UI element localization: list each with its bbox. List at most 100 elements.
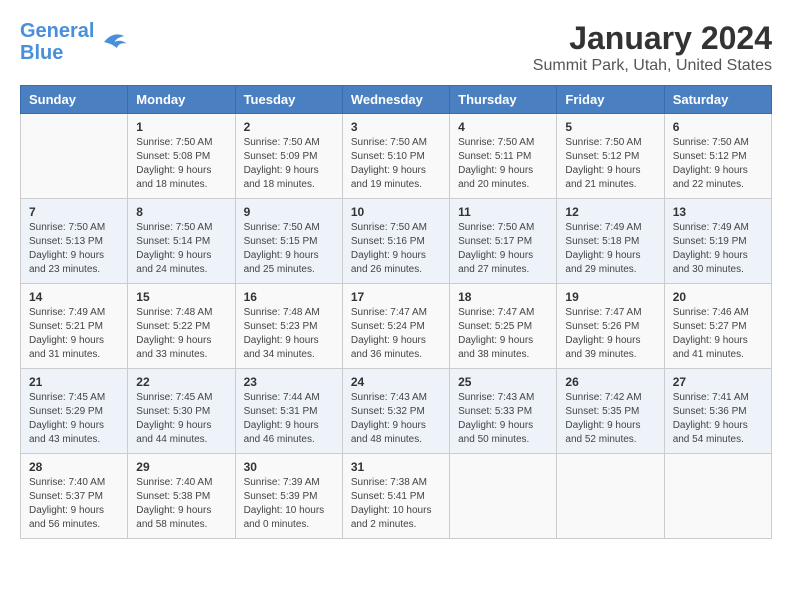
weekday-header-row: SundayMondayTuesdayWednesdayThursdayFrid… [21, 86, 772, 114]
cell-content: Sunrise: 7:48 AMSunset: 5:23 PMDaylight:… [244, 306, 334, 362]
calendar-cell: 31 Sunrise: 7:38 AMSunset: 5:41 PMDayligh… [342, 454, 449, 539]
day-number: 4 [458, 120, 548, 134]
weekday-header-tuesday: Tuesday [235, 86, 342, 114]
calendar-cell: 25Sunrise: 7:43 AMSunset: 5:33 PMDayligh… [450, 369, 557, 454]
cell-content: Sunrise: 7:43 AMSunset: 5:32 PMDaylight:… [351, 391, 441, 447]
cell-content: Sunrise: 7:50 AMSunset: 5:12 PMDaylight:… [673, 136, 763, 192]
cell-content: Sunrise: 7:50 AMSunset: 5:10 PMDaylight:… [351, 136, 441, 192]
calendar-week-row: 7 Sunrise: 7:50 AMSunset: 5:13 PMDaylight… [21, 199, 772, 284]
day-number: 31 [351, 460, 441, 474]
calendar-cell [450, 454, 557, 539]
cell-content: Sunrise: 7:50 AMSunset: 5:09 PMDaylight:… [244, 136, 334, 192]
weekday-header-monday: Monday [128, 86, 235, 114]
cell-content: Sunrise: 7:49 AMSunset: 5:21 PMDaylight:… [29, 306, 119, 362]
cell-content: Sunrise: 7:47 AMSunset: 5:25 PMDaylight:… [458, 306, 548, 362]
cell-content: Sunrise: 7:50 AMSunset: 5:13 PMDaylight:… [29, 221, 119, 277]
calendar-cell: 1Sunrise: 7:50 AMSunset: 5:08 PMDaylight… [128, 114, 235, 199]
cell-content: Sunrise: 7:50 AMSunset: 5:08 PMDaylight:… [136, 136, 226, 192]
calendar-week-row: 28 Sunrise: 7:40 AMSunset: 5:37 PMDayligh… [21, 454, 772, 539]
day-number: 8 [136, 205, 226, 219]
calendar-cell: 17Sunrise: 7:47 AMSunset: 5:24 PMDayligh… [342, 284, 449, 369]
calendar-cell: 5Sunrise: 7:50 AMSunset: 5:12 PMDaylight… [557, 114, 664, 199]
day-number: 12 [565, 205, 655, 219]
calendar-cell: 8 Sunrise: 7:50 AMSunset: 5:14 PMDaylight… [128, 199, 235, 284]
main-title: January 2024 [533, 20, 772, 57]
day-number: 22 [136, 375, 226, 389]
cell-content: Sunrise: 7:50 AMSunset: 5:15 PMDaylight:… [244, 221, 334, 277]
calendar-cell: 19Sunrise: 7:47 AMSunset: 5:26 PMDayligh… [557, 284, 664, 369]
day-number: 5 [565, 120, 655, 134]
day-number: 30 [244, 460, 334, 474]
day-number: 26 [565, 375, 655, 389]
calendar-cell: 27Sunrise: 7:41 AMSunset: 5:36 PMDayligh… [664, 369, 771, 454]
page-header: GeneralBlue January 2024 Summit Park, Ut… [20, 20, 772, 75]
day-number: 17 [351, 290, 441, 304]
day-number: 23 [244, 375, 334, 389]
calendar-cell: 2Sunrise: 7:50 AMSunset: 5:09 PMDaylight… [235, 114, 342, 199]
day-number: 27 [673, 375, 763, 389]
day-number: 24 [351, 375, 441, 389]
day-number: 25 [458, 375, 548, 389]
calendar-cell: 6 Sunrise: 7:50 AMSunset: 5:12 PMDaylight… [664, 114, 771, 199]
calendar-cell [21, 114, 128, 199]
calendar-cell: 15Sunrise: 7:48 AMSunset: 5:22 PMDayligh… [128, 284, 235, 369]
weekday-header-thursday: Thursday [450, 86, 557, 114]
cell-content: Sunrise: 7:49 AMSunset: 5:18 PMDaylight:… [565, 221, 655, 277]
day-number: 20 [673, 290, 763, 304]
cell-content: Sunrise: 7:42 AMSunset: 5:35 PMDaylight:… [565, 391, 655, 447]
cell-content: Sunrise: 7:39 AMSunset: 5:39 PMDaylight:… [244, 476, 334, 532]
calendar-header: SundayMondayTuesdayWednesdayThursdayFrid… [21, 86, 772, 114]
title-block: January 2024 Summit Park, Utah, United S… [533, 20, 772, 75]
day-number: 6 [673, 120, 763, 134]
day-number: 14 [29, 290, 119, 304]
cell-content: Sunrise: 7:48 AMSunset: 5:22 PMDaylight:… [136, 306, 226, 362]
calendar-cell: 20 Sunrise: 7:46 AMSunset: 5:27 PMDayligh… [664, 284, 771, 369]
calendar-table: SundayMondayTuesdayWednesdayThursdayFrid… [20, 85, 772, 539]
calendar-cell: 18 Sunrise: 7:47 AMSunset: 5:25 PMDayligh… [450, 284, 557, 369]
calendar-cell: 12 Sunrise: 7:49 AMSunset: 5:18 PMDayligh… [557, 199, 664, 284]
calendar-week-row: 1Sunrise: 7:50 AMSunset: 5:08 PMDaylight… [21, 114, 772, 199]
calendar-cell: 28 Sunrise: 7:40 AMSunset: 5:37 PMDayligh… [21, 454, 128, 539]
cell-content: Sunrise: 7:46 AMSunset: 5:27 PMDaylight:… [673, 306, 763, 362]
cell-content: Sunrise: 7:50 AMSunset: 5:17 PMDaylight:… [458, 221, 548, 277]
calendar-week-row: 21Sunrise: 7:45 AMSunset: 5:29 PMDayligh… [21, 369, 772, 454]
calendar-cell [664, 454, 771, 539]
calendar-cell: 4Sunrise: 7:50 AMSunset: 5:11 PMDaylight… [450, 114, 557, 199]
calendar-cell: 16 Sunrise: 7:48 AMSunset: 5:23 PMDayligh… [235, 284, 342, 369]
cell-content: Sunrise: 7:45 AMSunset: 5:29 PMDaylight:… [29, 391, 119, 447]
day-number: 10 [351, 205, 441, 219]
calendar-body: 1Sunrise: 7:50 AMSunset: 5:08 PMDaylight… [21, 114, 772, 539]
day-number: 16 [244, 290, 334, 304]
calendar-cell: 7 Sunrise: 7:50 AMSunset: 5:13 PMDaylight… [21, 199, 128, 284]
calendar-cell: 14 Sunrise: 7:49 AMSunset: 5:21 PMDayligh… [21, 284, 128, 369]
day-number: 29 [136, 460, 226, 474]
calendar-cell: 29 Sunrise: 7:40 AMSunset: 5:38 PMDayligh… [128, 454, 235, 539]
weekday-header-sunday: Sunday [21, 86, 128, 114]
day-number: 13 [673, 205, 763, 219]
cell-content: Sunrise: 7:40 AMSunset: 5:37 PMDaylight:… [29, 476, 119, 532]
weekday-header-wednesday: Wednesday [342, 86, 449, 114]
day-number: 19 [565, 290, 655, 304]
calendar-cell [557, 454, 664, 539]
cell-content: Sunrise: 7:50 AMSunset: 5:14 PMDaylight:… [136, 221, 226, 277]
cell-content: Sunrise: 7:49 AMSunset: 5:19 PMDaylight:… [673, 221, 763, 277]
weekday-header-saturday: Saturday [664, 86, 771, 114]
day-number: 9 [244, 205, 334, 219]
calendar-cell: 22Sunrise: 7:45 AMSunset: 5:30 PMDayligh… [128, 369, 235, 454]
calendar-week-row: 14 Sunrise: 7:49 AMSunset: 5:21 PMDayligh… [21, 284, 772, 369]
day-number: 28 [29, 460, 119, 474]
cell-content: Sunrise: 7:38 AMSunset: 5:41 PMDaylight:… [351, 476, 441, 532]
subtitle: Summit Park, Utah, United States [533, 57, 772, 75]
calendar-cell: 24 Sunrise: 7:43 AMSunset: 5:32 PMDayligh… [342, 369, 449, 454]
logo-text: GeneralBlue [20, 20, 94, 64]
calendar-cell: 30 Sunrise: 7:39 AMSunset: 5:39 PMDayligh… [235, 454, 342, 539]
day-number: 18 [458, 290, 548, 304]
day-number: 7 [29, 205, 119, 219]
day-number: 11 [458, 205, 548, 219]
calendar-cell: 23Sunrise: 7:44 AMSunset: 5:31 PMDayligh… [235, 369, 342, 454]
logo-bird-icon [98, 27, 128, 57]
logo: GeneralBlue [20, 20, 128, 64]
weekday-header-friday: Friday [557, 86, 664, 114]
cell-content: Sunrise: 7:40 AMSunset: 5:38 PMDaylight:… [136, 476, 226, 532]
calendar-cell: 9 Sunrise: 7:50 AMSunset: 5:15 PMDaylight… [235, 199, 342, 284]
